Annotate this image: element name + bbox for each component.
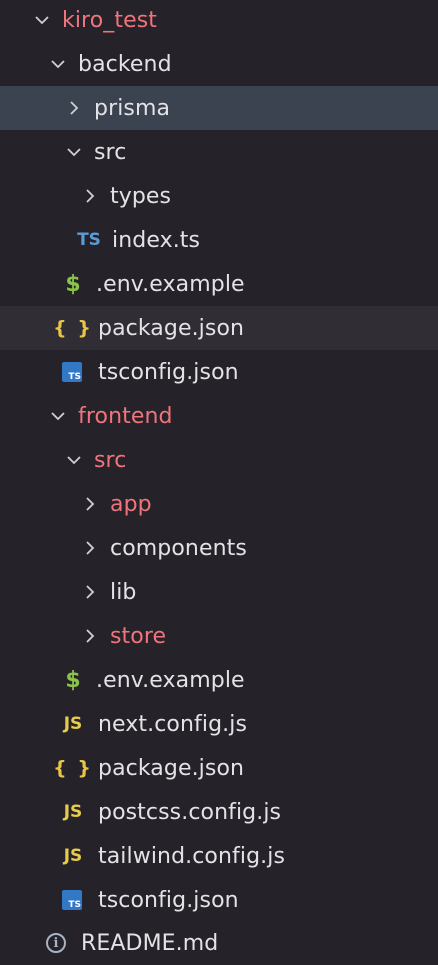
tsconfig-icon: TS: [62, 890, 82, 910]
folder-label: store: [110, 623, 167, 649]
file-label: next.config.js: [98, 711, 248, 737]
file-frontend-package-json[interactable]: { } package.json: [0, 746, 438, 790]
chevron-down-icon: [50, 408, 66, 424]
folder-store[interactable]: store: [0, 614, 438, 658]
json-braces-icon: { }: [53, 317, 93, 339]
file-backend-env-example[interactable]: $ .env.example: [0, 262, 438, 306]
file-label: tsconfig.json: [98, 887, 239, 913]
folder-components[interactable]: components: [0, 526, 438, 570]
folder-label: app: [110, 491, 152, 517]
file-label: package.json: [98, 755, 245, 781]
folder-kiro-test[interactable]: kiro_test: [0, 0, 438, 42]
file-label: .env.example: [96, 667, 245, 693]
file-label: .env.example: [96, 271, 245, 297]
tsconfig-icon: TS: [62, 362, 82, 382]
file-label: README.md: [81, 930, 219, 956]
chevron-down-icon: [34, 12, 50, 28]
folder-label: prisma: [94, 95, 171, 121]
file-postcss-config-js[interactable]: JS postcss.config.js: [0, 790, 438, 834]
file-label: tailwind.config.js: [98, 843, 286, 869]
folder-app[interactable]: app: [0, 482, 438, 526]
folder-label: components: [110, 535, 247, 561]
folder-label: backend: [78, 51, 172, 77]
chevron-right-icon: [82, 188, 98, 204]
folder-label: kiro_test: [62, 7, 158, 33]
chevron-down-icon: [50, 56, 66, 72]
chevron-right-icon: [82, 496, 98, 512]
file-next-config-js[interactable]: JS next.config.js: [0, 702, 438, 746]
file-label: postcss.config.js: [98, 799, 282, 825]
file-explorer-tree: kiro_test backend prisma src types TS in…: [0, 0, 438, 961]
folder-prisma[interactable]: prisma: [0, 86, 438, 130]
file-label: package.json: [98, 315, 245, 341]
typescript-icon: TS: [77, 230, 101, 250]
file-frontend-tsconfig-json[interactable]: TS tsconfig.json: [0, 878, 438, 922]
folder-backend[interactable]: backend: [0, 42, 438, 86]
file-readme-md[interactable]: i README.md: [0, 921, 438, 965]
chevron-down-icon: [66, 144, 82, 160]
folder-backend-src[interactable]: src: [0, 130, 438, 174]
chevron-down-icon: [66, 452, 82, 468]
folder-label: frontend: [78, 403, 173, 429]
dollar-env-icon: $: [65, 667, 81, 693]
file-backend-package-json[interactable]: { } package.json: [0, 306, 438, 350]
folder-label: types: [110, 183, 172, 209]
file-label: tsconfig.json: [98, 359, 239, 385]
javascript-icon: JS: [63, 802, 83, 822]
folder-label: src: [94, 447, 127, 473]
chevron-right-icon: [66, 100, 82, 116]
json-braces-icon: { }: [53, 757, 93, 779]
javascript-icon: JS: [63, 846, 83, 866]
dollar-env-icon: $: [65, 271, 81, 297]
chevron-right-icon: [82, 540, 98, 556]
folder-frontend-src[interactable]: src: [0, 438, 438, 482]
folder-lib[interactable]: lib: [0, 570, 438, 614]
javascript-icon: JS: [63, 714, 83, 734]
folder-label: src: [94, 139, 127, 165]
folder-label: lib: [110, 579, 137, 605]
file-index-ts[interactable]: TS index.ts: [0, 218, 438, 262]
file-frontend-env-example[interactable]: $ .env.example: [0, 658, 438, 702]
folder-types[interactable]: types: [0, 174, 438, 218]
file-backend-tsconfig-json[interactable]: TS tsconfig.json: [0, 350, 438, 394]
file-label: index.ts: [112, 227, 201, 253]
info-icon: i: [46, 933, 66, 953]
chevron-right-icon: [82, 584, 98, 600]
chevron-right-icon: [82, 628, 98, 644]
folder-frontend[interactable]: frontend: [0, 394, 438, 438]
file-tailwind-config-js[interactable]: JS tailwind.config.js: [0, 834, 438, 878]
